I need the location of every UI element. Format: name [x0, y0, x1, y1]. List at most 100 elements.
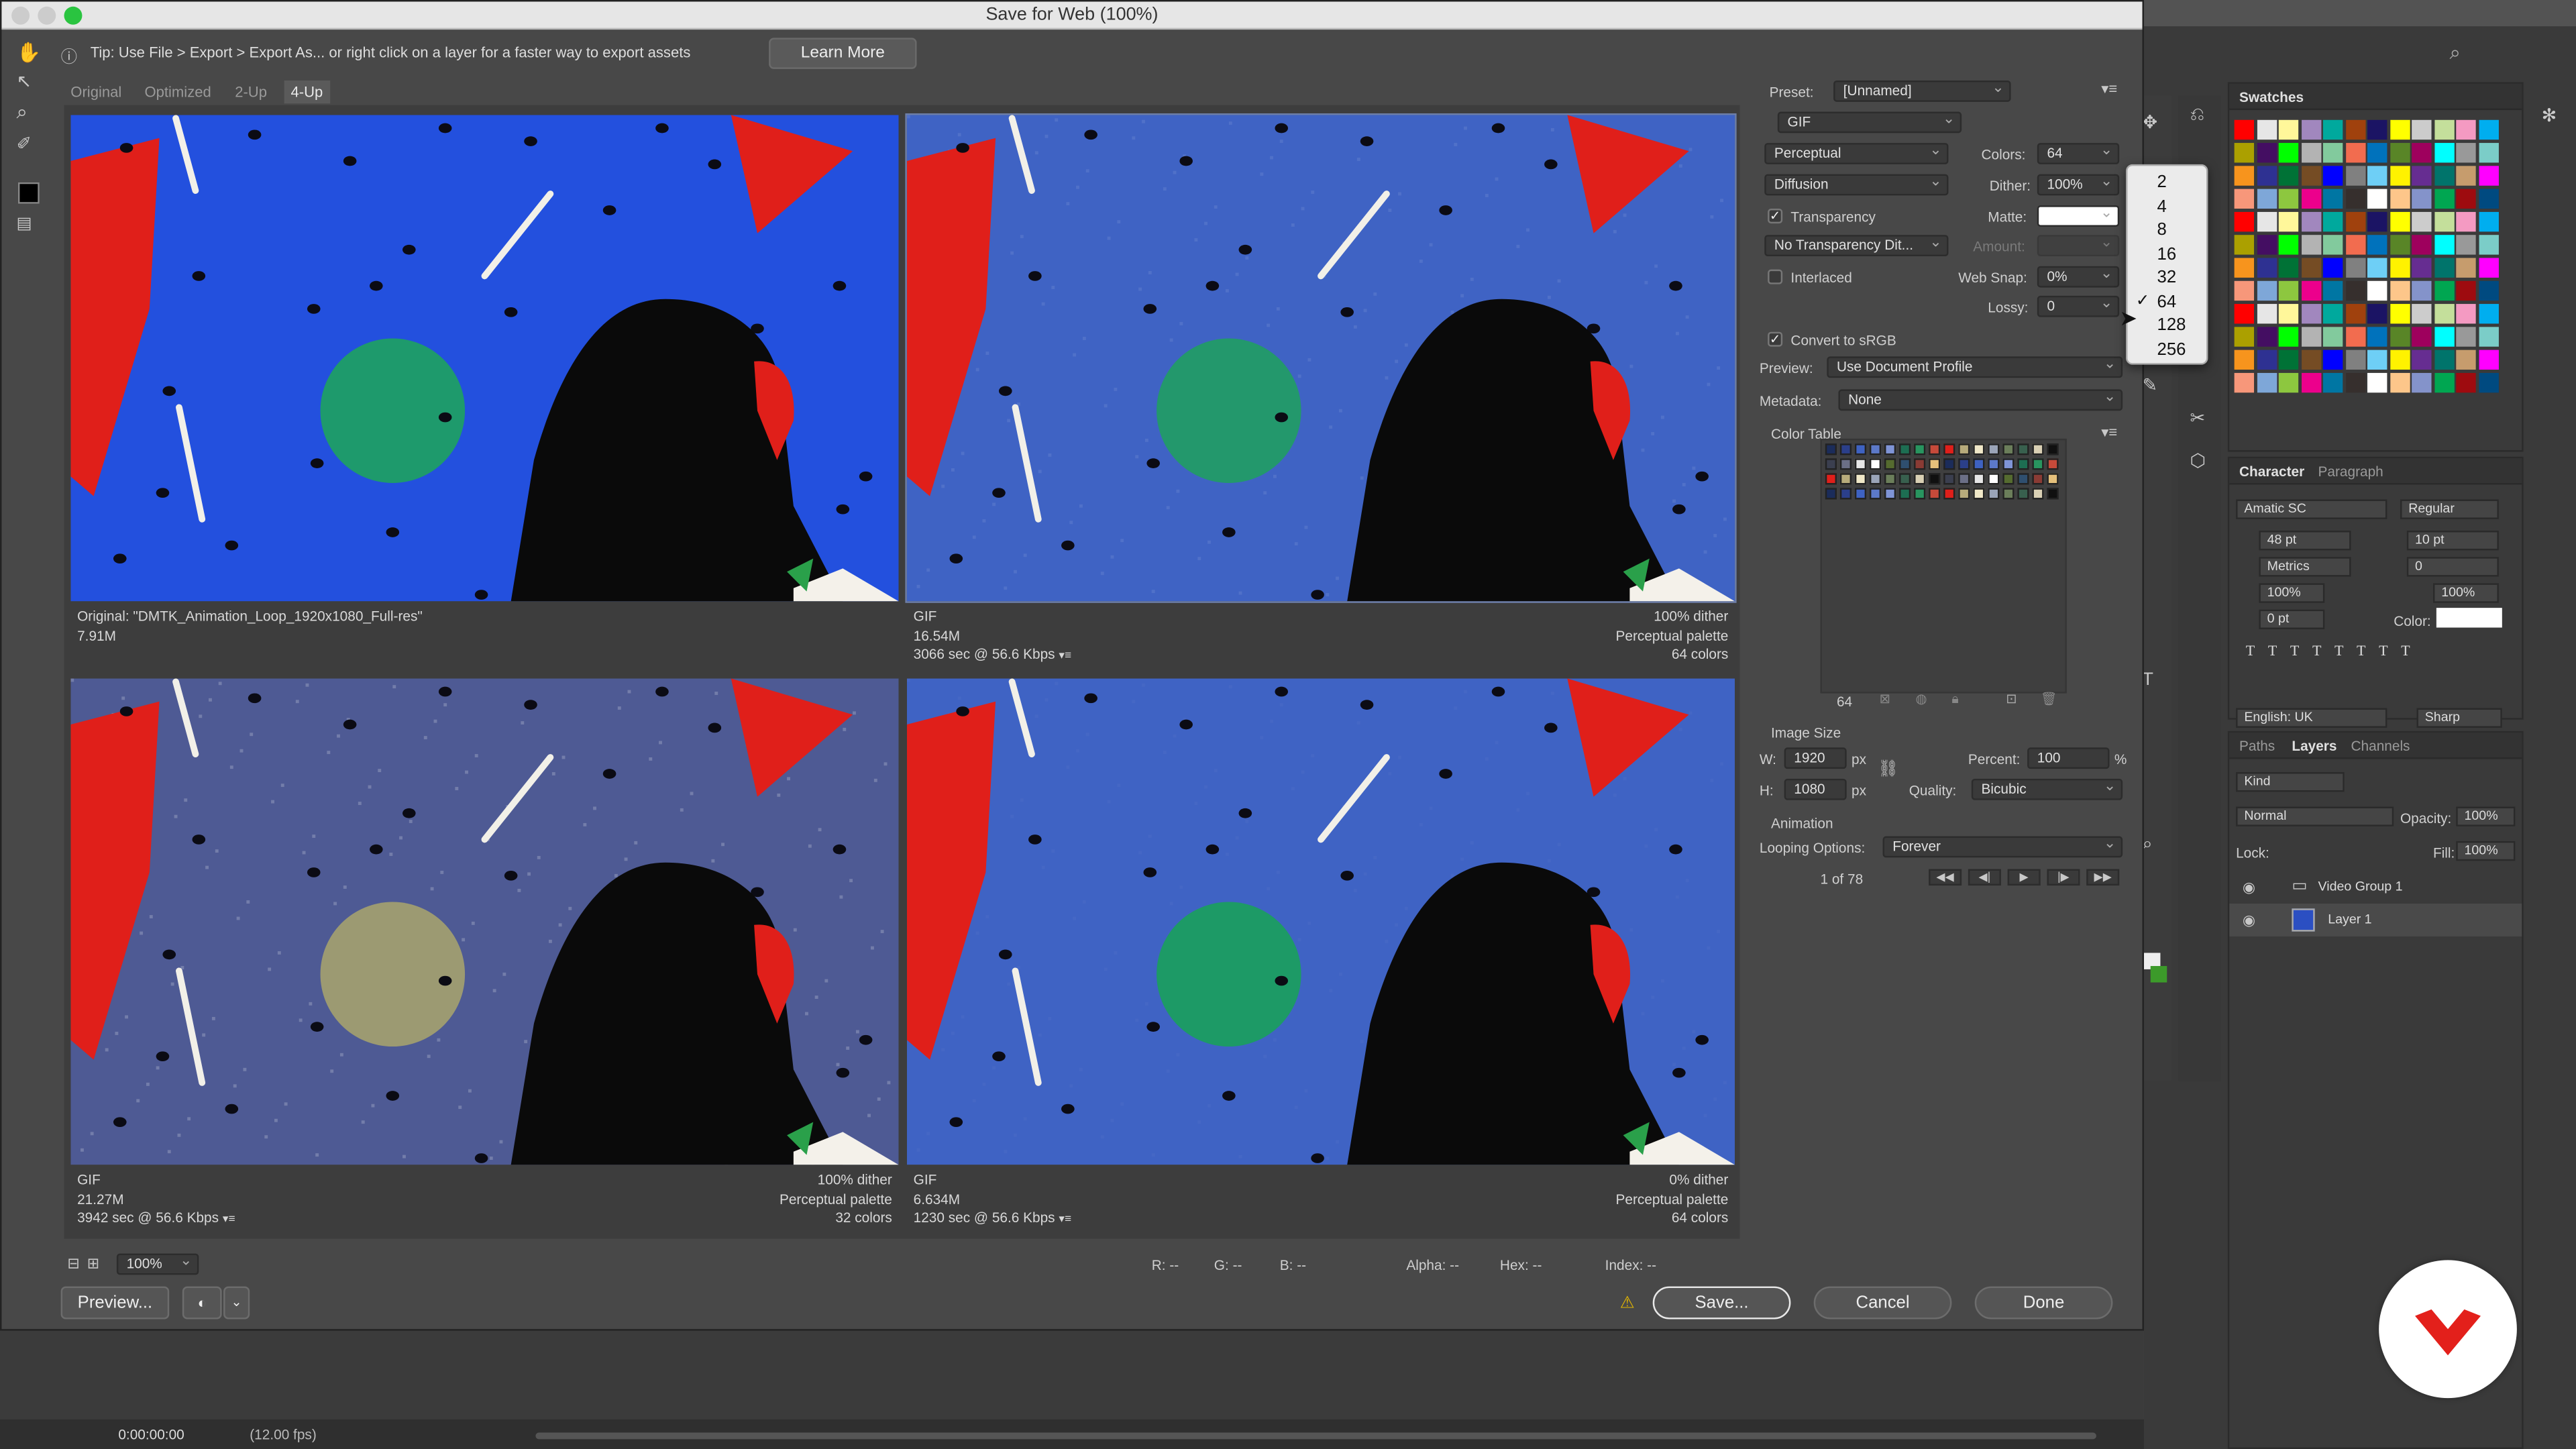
- color-swatch[interactable]: [2345, 166, 2365, 186]
- color-swatch[interactable]: [2256, 211, 2277, 232]
- color-swatch[interactable]: [2367, 189, 2387, 209]
- minimize-window-button[interactable]: [38, 6, 56, 25]
- web-snap-field[interactable]: 0%: [2037, 266, 2120, 288]
- previous-frame-icon[interactable]: ◀|: [1968, 869, 2001, 886]
- color-table-swatch[interactable]: [1854, 458, 1867, 470]
- font-style-select[interactable]: Regular: [2400, 499, 2499, 519]
- color-swatch[interactable]: [2256, 350, 2277, 370]
- color-table-swatch[interactable]: [1825, 473, 1837, 485]
- color-table-swatch[interactable]: [1988, 473, 2000, 485]
- color-table-swatch[interactable]: [1854, 488, 1867, 500]
- color-table-swatch[interactable]: [1914, 488, 1926, 500]
- fill-field[interactable]: 100%: [2456, 841, 2516, 861]
- color-swatch[interactable]: [2345, 143, 2365, 163]
- color-swatch[interactable]: [2300, 166, 2321, 186]
- color-swatch[interactable]: [2234, 327, 2255, 347]
- color-swatch[interactable]: [2390, 166, 2410, 186]
- layer-filter-kind[interactable]: Kind: [2236, 772, 2345, 792]
- color-swatch[interactable]: [2412, 235, 2432, 255]
- color-swatch[interactable]: [2412, 304, 2432, 324]
- color-swatch[interactable]: [2478, 166, 2498, 186]
- color-swatch[interactable]: [2434, 211, 2454, 232]
- color-table-swatch[interactable]: [1914, 473, 1926, 485]
- color-swatch[interactable]: [2478, 350, 2498, 370]
- color-table-swatch[interactable]: [1825, 443, 1837, 455]
- color-swatch[interactable]: [2434, 235, 2454, 255]
- color-table-swatch[interactable]: [1958, 443, 1970, 455]
- color-table-swatch[interactable]: [1929, 488, 1941, 500]
- color-table-swatch[interactable]: [1914, 458, 1926, 470]
- layer-row-video-group[interactable]: ◉ ▭ Video Group 1: [2229, 871, 2522, 904]
- tab-4up[interactable]: 4-Up: [284, 80, 330, 104]
- interlaced-checkbox[interactable]: [1768, 269, 1783, 284]
- antialias-select[interactable]: Sharp: [2416, 708, 2502, 728]
- color-swatch[interactable]: [2300, 304, 2321, 324]
- color-swatch[interactable]: [2322, 258, 2343, 278]
- learn-more-button[interactable]: Learn More: [769, 38, 917, 69]
- new-color-icon[interactable]: ⊡: [2006, 692, 2017, 706]
- color-table-swatch[interactable]: [1973, 488, 1985, 500]
- color-swatch[interactable]: [2256, 327, 2277, 347]
- looping-options-select[interactable]: Forever: [1882, 836, 2123, 858]
- color-table-swatch[interactable]: [2032, 458, 2044, 470]
- color-swatch[interactable]: [2412, 143, 2432, 163]
- color-swatch[interactable]: [2278, 304, 2299, 324]
- preview-button[interactable]: Preview...: [60, 1286, 170, 1320]
- opacity-field[interactable]: 100%: [2456, 806, 2516, 826]
- color-swatch[interactable]: [2278, 372, 2299, 393]
- color-table-swatch[interactable]: [2002, 458, 2015, 470]
- color-swatch[interactable]: [2478, 280, 2498, 301]
- color-swatch[interactable]: [2412, 258, 2432, 278]
- lossy-field[interactable]: 0: [2037, 295, 2120, 317]
- color-table-swatch[interactable]: [1884, 443, 1896, 455]
- lock-color-icon[interactable]: 🔒︎: [1951, 692, 1958, 708]
- color-table-swatch[interactable]: [1869, 458, 1882, 470]
- zoom-tool-icon[interactable]: ⌕: [16, 100, 27, 125]
- color-table-swatch[interactable]: [1943, 443, 1955, 455]
- swatches-tab[interactable]: Swatches: [2239, 89, 2304, 105]
- color-swatch[interactable]: [2412, 372, 2432, 393]
- color-swatch[interactable]: [2300, 258, 2321, 278]
- color-table-swatch[interactable]: [1825, 458, 1837, 470]
- tab-optimized[interactable]: Optimized: [138, 80, 218, 103]
- optimize-menu-icon[interactable]: ▾≡: [2101, 80, 2117, 99]
- color-swatch[interactable]: [2434, 143, 2454, 163]
- color-table-swatch[interactable]: [1884, 488, 1896, 500]
- color-swatch[interactable]: [2390, 350, 2410, 370]
- color-table-swatch[interactable]: [2002, 488, 2015, 500]
- browser-menu-chevron-icon[interactable]: ⌄: [223, 1286, 250, 1320]
- color-swatch[interactable]: [2367, 166, 2387, 186]
- zoom-window-button[interactable]: [64, 6, 83, 25]
- color-swatch[interactable]: [2234, 258, 2255, 278]
- color-table-swatch[interactable]: [1973, 458, 1985, 470]
- color-swatch[interactable]: [2367, 143, 2387, 163]
- color-table-swatch[interactable]: [2032, 443, 2044, 455]
- color-table-swatch[interactable]: [1973, 473, 1985, 485]
- background-color[interactable]: [2150, 966, 2167, 983]
- color-swatch[interactable]: [2367, 327, 2387, 347]
- preview-browser-icon[interactable]: ◐: [182, 1286, 222, 1320]
- color-swatch[interactable]: [2478, 211, 2498, 232]
- color-swatch[interactable]: [2345, 211, 2365, 232]
- play-icon[interactable]: ▶: [2007, 869, 2041, 886]
- paths-tab[interactable]: Paths: [2239, 738, 2275, 754]
- color-table-swatch[interactable]: [2002, 443, 2015, 455]
- text-style-buttons[interactable]: TTTTTTTT: [2246, 643, 2492, 662]
- color-swatch[interactable]: [2345, 304, 2365, 324]
- color-table-swatch[interactable]: [2002, 473, 2015, 485]
- color-table-swatch[interactable]: [1884, 473, 1896, 485]
- color-table-swatch[interactable]: [1899, 488, 1911, 500]
- color-swatch[interactable]: [2367, 211, 2387, 232]
- color-reduction-select[interactable]: Perceptual: [1764, 143, 1949, 164]
- delete-color-icon[interactable]: 🗑︎: [2041, 692, 2057, 706]
- colors-option[interactable]: ✓ 64: [2127, 290, 2206, 314]
- matte-select[interactable]: [2037, 205, 2120, 227]
- colors-option[interactable]: 16: [2127, 242, 2206, 266]
- percent-field[interactable]: 100: [2027, 747, 2110, 769]
- color-table-swatch[interactable]: [1839, 473, 1852, 485]
- color-swatch[interactable]: [2300, 211, 2321, 232]
- color-swatch[interactable]: [2456, 350, 2476, 370]
- color-swatch[interactable]: [2456, 143, 2476, 163]
- color-swatch[interactable]: [2234, 211, 2255, 232]
- color-swatch[interactable]: [2434, 166, 2454, 186]
